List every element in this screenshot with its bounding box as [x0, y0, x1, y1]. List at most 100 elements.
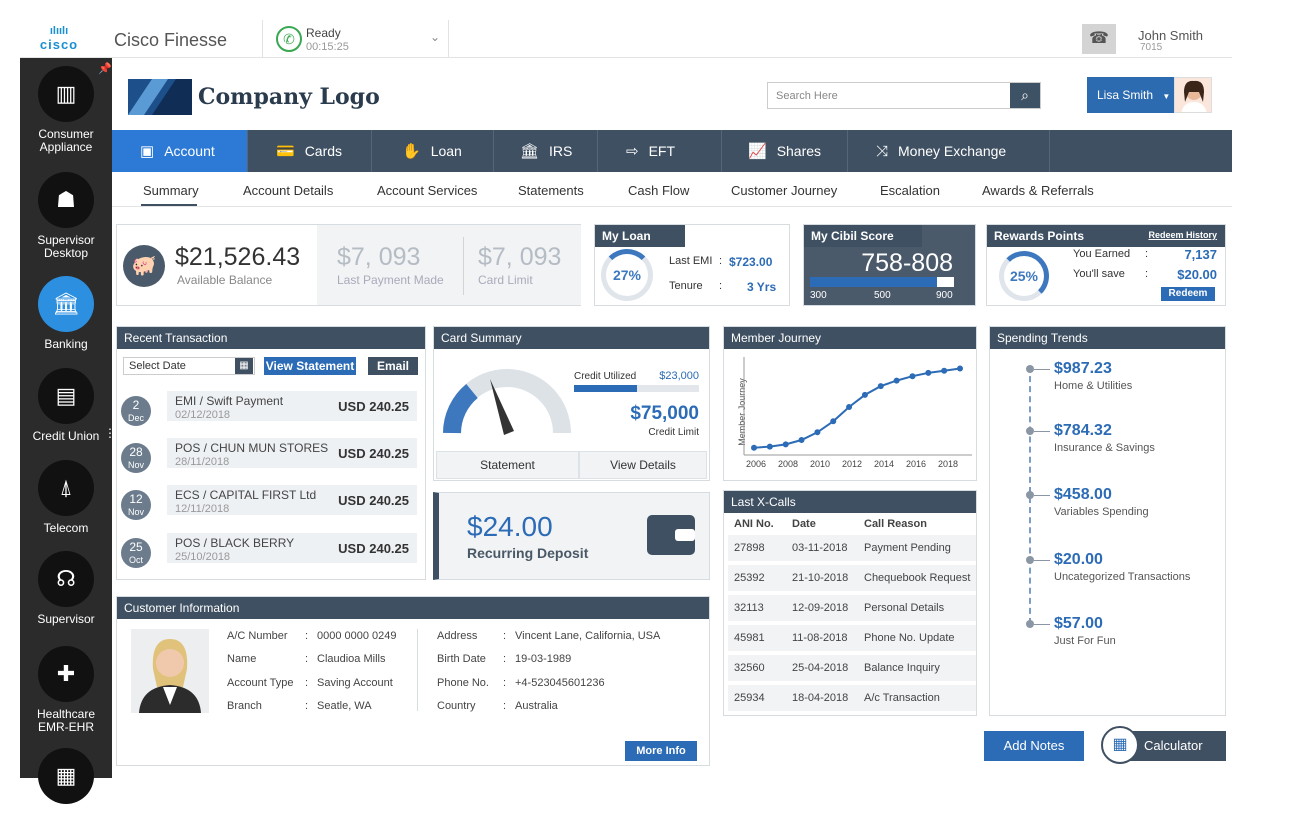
sidebar-item-supervisor[interactable]: ☊ Supervisor [20, 551, 112, 626]
email-button[interactable]: Email [368, 357, 418, 375]
tx-month: Dec [127, 413, 144, 423]
my-loan-title: My Loan [595, 225, 685, 247]
cibil-scale-fill [810, 277, 937, 287]
last-emi-value: $723.00 [729, 255, 773, 269]
calendar-icon[interactable]: ▦ [235, 358, 253, 374]
list-item[interactable]: 12 Nov ECS / CAPITAL FIRST Ltd 12/11/2018 U… [121, 485, 421, 525]
customer-info-panel: Customer Information A/C Number : 0000 0… [116, 596, 710, 766]
tab-irs[interactable]: 🏛 IRS [494, 130, 598, 172]
user-menu-button[interactable]: Lisa Smith ▼ [1087, 77, 1174, 113]
date-cell: 25-04-2018 [792, 662, 849, 674]
sidebar-item-banking[interactable]: 🏛 Banking [20, 276, 112, 351]
my-loan-panel: My Loan 27% Last EMI : $723.00 Tenure : … [594, 224, 790, 306]
table-row[interactable]: 25392 21-10-2018 Chequebook Request [728, 565, 976, 591]
search-icon[interactable]: ⌕ [1010, 83, 1040, 108]
active-tab-indicator [141, 204, 197, 206]
ani-cell: 27898 [734, 542, 765, 554]
table-row[interactable]: 25934 18-04-2018 A/c Transaction [728, 685, 976, 711]
tx-month: Nov [127, 507, 144, 517]
cisco-logo-text: cisco [39, 37, 79, 52]
tx-name: POS / CHUN MUN STORES [175, 441, 329, 455]
sidebar-item-consumer-appliance[interactable]: ▥ Consumer Appliance [20, 66, 112, 154]
pin-icon[interactable]: 📌 [98, 62, 112, 75]
timeline-connector [1034, 624, 1050, 625]
ani-cell: 32560 [734, 662, 765, 674]
timeline-connector [1034, 495, 1050, 496]
reason-cell: Personal Details [864, 602, 945, 614]
table-row[interactable]: 32560 25-04-2018 Balance Inquiry [728, 655, 976, 681]
subnav-account-details[interactable]: Account Details [243, 183, 333, 198]
chevron-down-icon[interactable]: ⌄ [430, 30, 440, 44]
sidebar-item-label: Consumer Appliance [38, 127, 94, 154]
sidebar-item-supervisor-desktop[interactable]: ☗ Supervisor Desktop [20, 172, 112, 260]
sidebar-item-more[interactable]: ▦ [20, 748, 112, 810]
tab-shares[interactable]: 📈 Shares [722, 130, 848, 172]
subnav-awards-referrals[interactable]: Awards & Referrals [982, 183, 1094, 198]
account-icon: ▣ [140, 143, 155, 160]
reason-cell: Phone No. Update [864, 632, 955, 644]
list-item[interactable]: 25 Oct POS / BLACK BERRY 25/10/2018 USD 240… [121, 533, 421, 573]
timeline-dot [1026, 556, 1034, 564]
loan-progress-ring: 27% [601, 249, 653, 301]
view-statement-button[interactable]: View Statement [264, 357, 356, 375]
subnav-summary[interactable]: Summary [143, 183, 199, 198]
view-details-button[interactable]: View Details [579, 451, 707, 479]
x-tick: 2016 [906, 459, 927, 469]
tab-account[interactable]: ▣ Account [112, 130, 248, 172]
sidebar-item-credit-union[interactable]: ▤ Credit Union [20, 368, 112, 443]
tab-loan[interactable]: ✋ Loan [372, 130, 494, 172]
calculator-icon[interactable]: ▦ [1101, 726, 1139, 764]
save-label: You'll save [1073, 268, 1125, 280]
field-value: Saving Account [317, 677, 393, 689]
subnav-escalation[interactable]: Escalation [880, 183, 940, 198]
status-timer: 00:15:25 [306, 41, 349, 53]
list-item[interactable]: 28 Nov POS / CHUN MUN STORES 28/11/2018 USD… [121, 438, 421, 478]
timeline-connector [1034, 369, 1050, 370]
tx-amount: USD 240.25 [338, 493, 409, 508]
tx-amount: USD 240.25 [338, 399, 409, 414]
agent-status[interactable]: Ready [306, 26, 341, 40]
subnav-statements[interactable]: Statements [518, 183, 584, 198]
tx-date-badge: 2 Dec [121, 396, 151, 426]
tab-cards[interactable]: 💳 Cards [248, 130, 372, 172]
sidebar-item-healthcare[interactable]: ✚ Healthcare EMR-EHR [20, 646, 112, 734]
document-icon: ▦ [38, 748, 94, 804]
tab-money-exchange[interactable]: ⤨ Money Exchange [848, 130, 1050, 172]
loan-icon: ✋ [402, 143, 421, 160]
last-payment-label: Last Payment Made [337, 273, 444, 287]
more-icon[interactable]: ⋮ [104, 426, 116, 440]
list-item[interactable]: 2 Dec EMI / Swift Payment 02/12/2018 USD 24… [121, 391, 421, 431]
colon: : [305, 677, 309, 689]
phone-ready-icon[interactable]: ✆ [276, 26, 302, 52]
tab-eft[interactable]: ⇨ EFT [598, 130, 722, 172]
statement-button[interactable]: Statement [436, 451, 579, 479]
field-label: Account Type [227, 677, 294, 689]
add-notes-button[interactable]: Add Notes [984, 731, 1084, 761]
redeem-history-link[interactable]: Redeem History [1148, 230, 1217, 240]
subnav-cash-flow[interactable]: Cash Flow [628, 183, 689, 198]
rewards-progress-ring: 25% [999, 251, 1049, 301]
divider [262, 20, 263, 58]
more-info-button[interactable]: More Info [625, 741, 697, 761]
eft-icon: ⇨ [626, 143, 639, 160]
field-label: Branch [227, 700, 262, 712]
avatar[interactable] [1174, 77, 1212, 113]
table-row[interactable]: 45981 11-08-2018 Phone No. Update [728, 625, 976, 651]
app-title: Cisco Finesse [114, 30, 228, 50]
recurring-deposit-panel: $24.00 Recurring Deposit [433, 492, 710, 580]
sidebar-item-telecom[interactable]: ⍋ Telecom [20, 460, 112, 535]
sidebar-item-label: Banking [44, 337, 88, 351]
search-input[interactable]: Search Here [776, 90, 838, 102]
date-cell: 21-10-2018 [792, 572, 849, 584]
divider [448, 20, 449, 58]
field-value: +4-523045601236 [515, 677, 605, 689]
dialpad-icon[interactable]: ☎ [1082, 24, 1116, 54]
shares-icon: 📈 [748, 143, 767, 160]
subnav-customer-journey[interactable]: Customer Journey [731, 183, 837, 198]
x-tick: 2006 [746, 459, 767, 469]
subnav-account-services[interactable]: Account Services [377, 183, 477, 198]
table-row[interactable]: 27898 03-11-2018 Payment Pending [728, 535, 976, 561]
redeem-button[interactable]: Redeem [1161, 287, 1215, 301]
table-row[interactable]: 32113 12-09-2018 Personal Details [728, 595, 976, 621]
ani-cell: 45981 [734, 632, 765, 644]
